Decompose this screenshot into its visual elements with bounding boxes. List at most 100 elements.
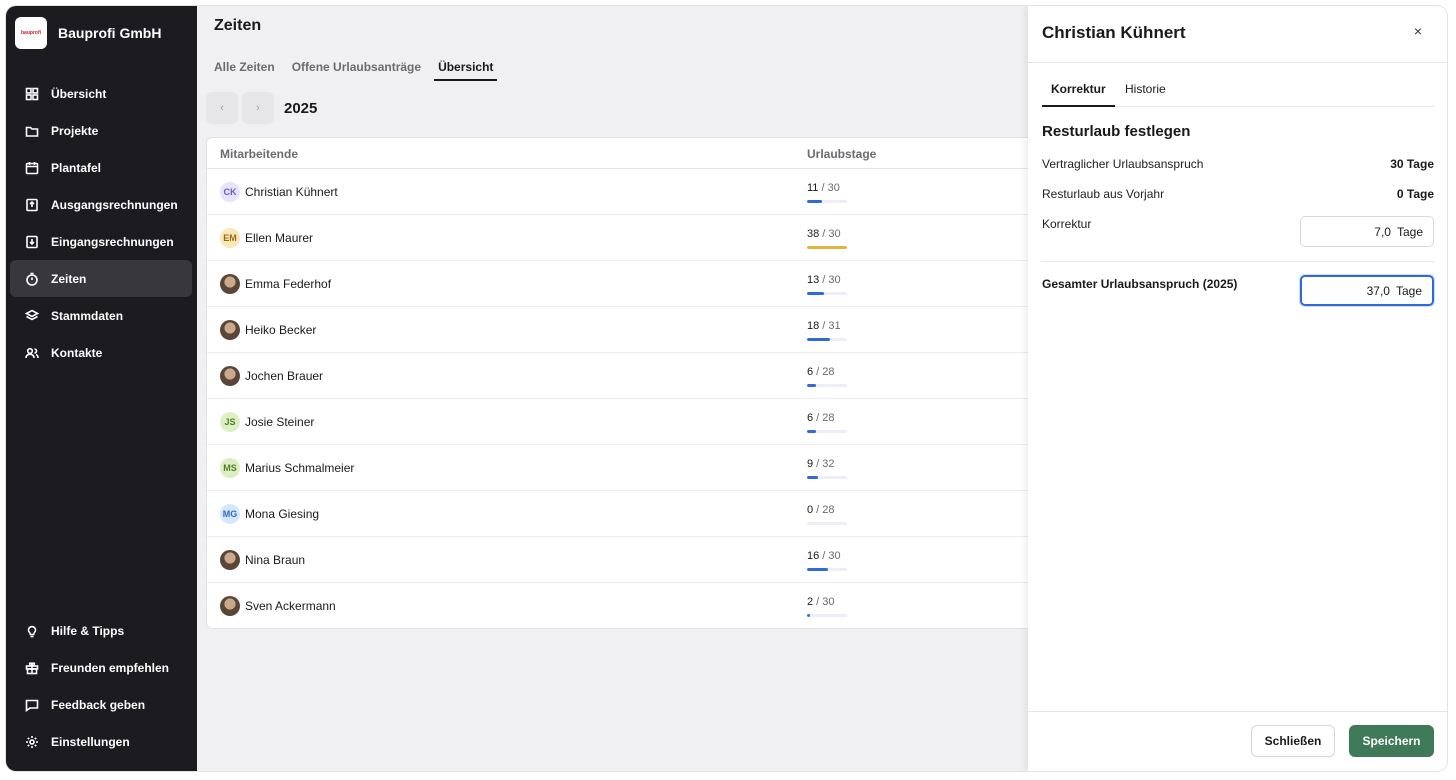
employee-name: Sven Ackermann: [245, 599, 336, 613]
vacation-days-used: 13: [807, 274, 820, 286]
vacation-days: 6 / 28: [807, 412, 835, 424]
company-logo: bauprofi: [15, 17, 47, 49]
column-header-employees[interactable]: Mitarbeitende: [220, 147, 298, 161]
tab-uebersicht[interactable]: Übersicht: [434, 60, 498, 81]
tab-bar: Alle Zeiten Offene Urlaubsanträge Übersi…: [214, 60, 514, 81]
avatar: CK: [220, 182, 240, 202]
save-button[interactable]: Speichern: [1349, 725, 1434, 757]
total-entitlement-value: 37,0: [1366, 283, 1390, 298]
vacation-days-total: 30: [828, 228, 841, 240]
employee-name: Marius Schmalmeier: [245, 461, 355, 475]
table-row[interactable]: Jochen Brauer 6 / 28: [207, 353, 1045, 399]
sidebar-item-feedback-geben[interactable]: Feedback geben: [10, 686, 192, 723]
vacation-progress-fill: [807, 246, 847, 249]
next-year-button[interactable]: ›: [242, 92, 274, 124]
tab-offene-urlaubsantraege[interactable]: Offene Urlaubsanträge: [292, 60, 421, 81]
vacation-days-total: 30: [827, 182, 840, 194]
sidebar-item-label: Freunden empfehlen: [51, 660, 170, 675]
sidebar-item-label: Kontakte: [51, 345, 103, 360]
drawer-title: Christian Kühnert: [1042, 23, 1186, 42]
vacation-days-total: 30: [828, 274, 841, 286]
sidebar-nav-bottom: Hilfe & Tipps Freunden empfehlen Feedback …: [10, 612, 192, 760]
column-header-vacation-days[interactable]: Urlaubstage: [807, 147, 876, 161]
vacation-days-total: 30: [828, 550, 841, 562]
close-button[interactable]: Schließen: [1251, 725, 1335, 757]
vacation-progress-bar: [807, 430, 847, 433]
layers-icon: [25, 309, 39, 323]
sidebar-item-stammdaten[interactable]: Stammdaten: [10, 297, 192, 334]
company-name: Bauprofi GmbH: [58, 25, 162, 41]
table-row[interactable]: MG Mona Giesing 0 / 28: [207, 491, 1045, 537]
vacation-days: 6 / 28: [807, 366, 835, 378]
table-row[interactable]: Sven Ackermann 2 / 30: [207, 583, 1045, 628]
vacation-days: 13 / 30: [807, 274, 841, 286]
app-window: bauprofi Bauprofi GmbH Übersicht Projekte…: [6, 6, 1447, 771]
vacation-days-total: 28: [822, 412, 835, 424]
employee-drawer: Christian Kühnert × Korrektur Historie R…: [1028, 6, 1447, 771]
tab-korrektur[interactable]: Korrektur: [1042, 82, 1115, 107]
sidebar-item-zeiten[interactable]: Zeiten: [10, 260, 192, 297]
table-row[interactable]: Nina Braun 16 / 30: [207, 537, 1045, 583]
vacation-progress-bar: [807, 338, 847, 341]
sidebar-item-hilfe-tipps[interactable]: Hilfe & Tipps: [10, 612, 192, 649]
total-entitlement-input[interactable]: 37,0 Tage: [1300, 275, 1434, 306]
tab-alle-zeiten[interactable]: Alle Zeiten: [214, 60, 275, 81]
vacation-days-total: 30: [822, 596, 835, 608]
avatar: MS: [220, 458, 240, 478]
table-row[interactable]: JS Josie Steiner 6 / 28: [207, 399, 1045, 445]
correction-unit: Tage: [1396, 224, 1423, 239]
tab-historie[interactable]: Historie: [1125, 82, 1166, 107]
vacation-days: 2 / 30: [807, 596, 835, 608]
vacation-days: 9 / 32: [807, 458, 835, 470]
drawer-tab-bar: Korrektur Historie: [1042, 82, 1434, 107]
lightbulb-icon: [25, 624, 39, 638]
gift-icon: [25, 661, 39, 675]
vacation-days: 18 / 31: [807, 320, 841, 332]
chevron-right-icon: ›: [256, 102, 260, 114]
vacation-progress-bar: [807, 476, 847, 479]
sidebar-item-einstellungen[interactable]: Einstellungen: [10, 723, 192, 760]
table-row[interactable]: Heiko Becker 18 / 31: [207, 307, 1045, 353]
sidebar-item-ausgangsrechnungen[interactable]: Ausgangsrechnungen: [10, 186, 192, 223]
avatar: [220, 596, 240, 616]
sidebar-item-label: Projekte: [51, 123, 99, 138]
section-title: Resturlaub festlegen: [1042, 123, 1191, 140]
message-icon: [25, 698, 39, 712]
table-row[interactable]: EM Ellen Maurer 38 / 30: [207, 215, 1045, 261]
table-row[interactable]: CK Christian Kühnert 11 / 30: [207, 169, 1045, 215]
employee-name: Emma Federhof: [245, 277, 332, 291]
vacation-progress-fill: [807, 614, 810, 617]
divider: [1028, 62, 1447, 63]
sidebar-nav: Übersicht Projekte Plantafel Ausgangsrechnu…: [10, 75, 192, 371]
sidebar-item-uebersicht[interactable]: Übersicht: [10, 75, 192, 112]
stopwatch-icon: [25, 272, 39, 286]
sidebar-item-label: Plantafel: [51, 160, 102, 175]
vacation-progress-bar: [807, 200, 847, 203]
vacation-table: Mitarbeitende Urlaubstage CK Christian Kü…: [206, 137, 1046, 629]
vacation-progress-bar: [807, 384, 847, 387]
vacation-progress-fill: [807, 384, 816, 387]
correction-input[interactable]: 7,0 Tage: [1300, 216, 1434, 247]
sidebar-item-label: Feedback geben: [51, 697, 146, 712]
close-icon[interactable]: ×: [1410, 23, 1426, 39]
sidebar-item-kontakte[interactable]: Kontakte: [10, 334, 192, 371]
grid-icon: [25, 87, 39, 101]
sidebar-item-eingangsrechnungen[interactable]: Eingangsrechnungen: [10, 223, 192, 260]
vacation-days-used: 16: [807, 550, 820, 562]
vacation-progress-bar: [807, 522, 847, 525]
table-row[interactable]: MS Marius Schmalmeier 9 / 32: [207, 445, 1045, 491]
sidebar-item-freunden-empfehlen[interactable]: Freunden empfehlen: [10, 649, 192, 686]
sidebar-item-plantafel[interactable]: Plantafel: [10, 149, 192, 186]
sidebar-item-label: Eingangsrechnungen: [51, 234, 174, 249]
avatar: JS: [220, 412, 240, 432]
correction-label: Korrektur: [1042, 217, 1092, 231]
vacation-progress-fill: [807, 292, 825, 295]
table-row[interactable]: Emma Federhof 13 / 30: [207, 261, 1045, 307]
sidebar-item-label: Zeiten: [51, 271, 87, 286]
sidebar-item-label: Stammdaten: [51, 308, 124, 323]
sidebar-item-projekte[interactable]: Projekte: [10, 112, 192, 149]
vacation-progress-bar: [807, 568, 847, 571]
previous-year-button[interactable]: ‹: [206, 92, 238, 124]
brand[interactable]: bauprofi Bauprofi GmbH: [15, 17, 161, 49]
carryover-label: Resturlaub aus Vorjahr: [1042, 187, 1165, 201]
